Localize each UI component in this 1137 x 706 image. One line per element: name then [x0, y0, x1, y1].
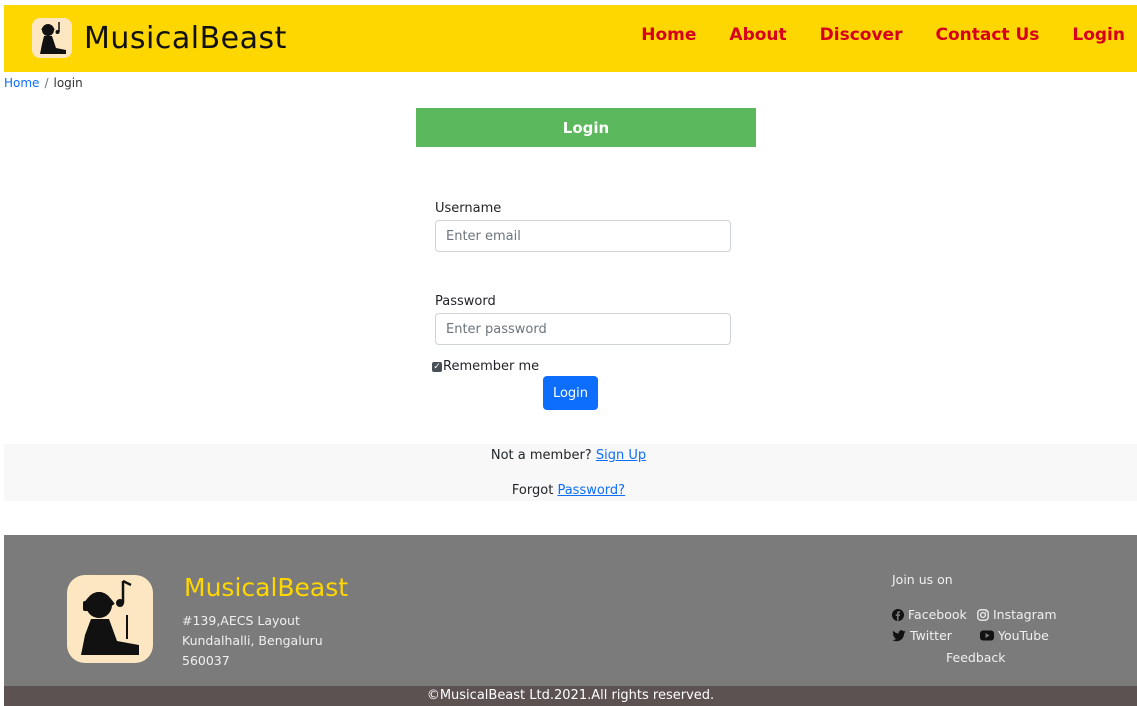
- breadcrumb: Home / login: [4, 76, 83, 90]
- footer-brand: MusicalBeast: [184, 573, 349, 602]
- breadcrumb-separator: /: [44, 76, 49, 90]
- address-line: #139,AECS Layout: [182, 613, 300, 628]
- brand-name: MusicalBeast: [84, 20, 287, 56]
- breadcrumb-home-link[interactable]: Home: [4, 76, 39, 90]
- forgot-password-link[interactable]: Password?: [557, 483, 625, 498]
- not-member-text: Not a member?: [490, 448, 592, 463]
- signup-link[interactable]: Sign Up: [596, 448, 646, 463]
- instagram-icon: [977, 608, 989, 621]
- username-label: Username: [435, 201, 502, 216]
- twitter-label: Twitter: [910, 628, 952, 643]
- instagram-label: Instagram: [993, 607, 1057, 622]
- password-input[interactable]: Enter password: [435, 313, 731, 345]
- address-line: Kundalhalli, Bengaluru: [182, 633, 323, 648]
- nav-discover-link[interactable]: Discover: [820, 25, 903, 45]
- remember-me[interactable]: ✓ Remember me: [432, 359, 539, 374]
- join-us-label: Join us on: [892, 572, 953, 587]
- footer-address: #139,AECS Layout Kundalhalli, Bengaluru …: [182, 611, 323, 671]
- twitter-icon: [892, 629, 906, 641]
- facebook-label: Facebook: [908, 607, 967, 622]
- login-header: Login: [416, 108, 756, 147]
- password-label: Password: [435, 294, 496, 309]
- facebook-icon: [892, 608, 904, 621]
- forgot-text: Forgot: [511, 483, 554, 498]
- youtube-icon: [980, 630, 994, 641]
- feedback-link[interactable]: Feedback: [946, 650, 1006, 665]
- forgot-line: Forgot Password?: [0, 483, 1137, 498]
- youtube-link[interactable]: YouTube: [980, 628, 1049, 643]
- music-listener-logo-icon: [32, 18, 72, 58]
- remember-label: Remember me: [443, 359, 540, 374]
- top-navbar: MusicalBeast Home About Discover Contact…: [4, 5, 1137, 72]
- nav-contact-link[interactable]: Contact Us: [935, 25, 1039, 45]
- login-button[interactable]: Login: [543, 376, 598, 410]
- address-line: 560037: [182, 653, 230, 668]
- instagram-link[interactable]: Instagram: [977, 607, 1057, 622]
- music-listener-logo-icon: [67, 575, 153, 663]
- youtube-label: YouTube: [998, 628, 1049, 643]
- username-input[interactable]: Enter email: [435, 220, 731, 252]
- nav-home-link[interactable]: Home: [641, 25, 696, 45]
- nav-login-link[interactable]: Login: [1072, 25, 1125, 45]
- copyright-bar: ©MusicalBeast Ltd.2021.All rights reserv…: [4, 686, 1137, 706]
- facebook-link[interactable]: Facebook: [892, 607, 967, 622]
- twitter-link[interactable]: Twitter: [892, 628, 952, 643]
- not-member-line: Not a member? Sign Up: [0, 448, 1137, 463]
- nav-links: Home About Discover Contact Us Login: [608, 25, 1125, 45]
- breadcrumb-current: login: [53, 76, 83, 90]
- remember-checkbox-icon[interactable]: ✓: [432, 361, 442, 372]
- footer: MusicalBeast #139,AECS Layout Kundalhall…: [4, 535, 1137, 686]
- brand[interactable]: MusicalBeast: [32, 15, 287, 61]
- nav-about-link[interactable]: About: [729, 25, 786, 45]
